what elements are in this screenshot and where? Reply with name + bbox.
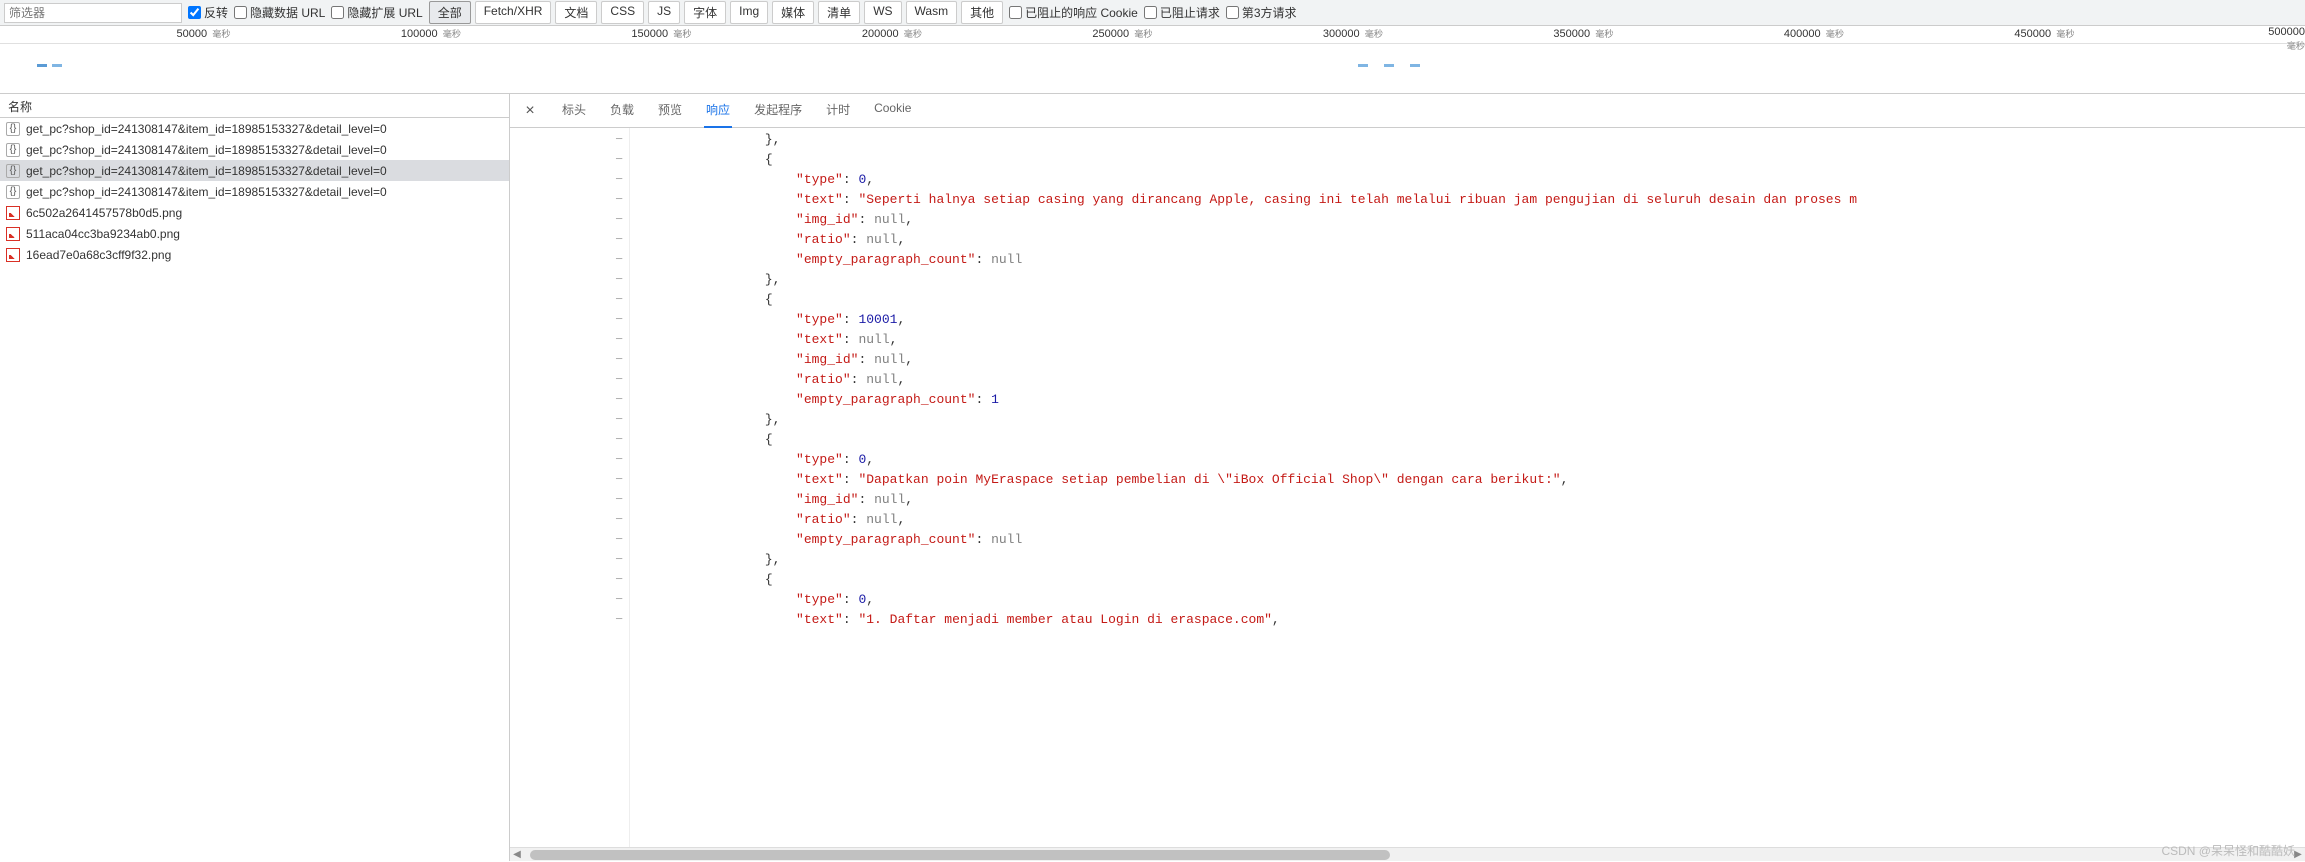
request-name: get_pc?shop_id=241308147&item_id=1898515…	[26, 185, 387, 199]
fold-icon[interactable]: −	[510, 610, 629, 630]
fold-icon[interactable]: −	[510, 190, 629, 210]
horizontal-scrollbar[interactable]: ◀ ▶	[510, 847, 2305, 861]
request-row[interactable]: {} get_pc?shop_id=241308147&item_id=18985…	[0, 160, 509, 181]
tab-2[interactable]: 预览	[656, 93, 684, 128]
tab-5[interactable]: 计时	[824, 93, 852, 128]
request-name: 16ead7e0a68c3cff9f32.png	[26, 248, 171, 262]
close-icon[interactable]: ×	[520, 102, 540, 120]
request-row[interactable]: {} get_pc?shop_id=241308147&item_id=18985…	[0, 118, 509, 139]
fold-icon[interactable]: −	[510, 470, 629, 490]
fold-icon[interactable]: −	[510, 390, 629, 410]
request-name: get_pc?shop_id=241308147&item_id=1898515…	[26, 143, 387, 157]
request-name: 511aca04cc3ba9234ab0.png	[26, 227, 180, 241]
filter-chip-清单[interactable]: 清单	[818, 1, 860, 24]
fold-icon[interactable]: −	[510, 370, 629, 390]
hide-ext-url-checkbox[interactable]: 隐藏扩展 URL	[331, 4, 422, 21]
tab-0[interactable]: 标头	[560, 93, 588, 128]
request-name: get_pc?shop_id=241308147&item_id=1898515…	[26, 164, 387, 178]
fold-icon[interactable]: −	[510, 410, 629, 430]
fold-icon[interactable]: −	[510, 530, 629, 550]
request-list[interactable]: {} get_pc?shop_id=241308147&item_id=18985…	[0, 118, 509, 861]
response-body[interactable]: −−−−−−−−−−−−−−−−−−−−−−−−− }, { "type": 0…	[510, 128, 2305, 847]
json-icon: {}	[6, 122, 20, 136]
third-party-checkbox[interactable]: 第3方请求	[1226, 4, 1297, 21]
image-file-icon	[6, 248, 20, 262]
filter-chip-wasm[interactable]: Wasm	[906, 1, 958, 24]
blocked-cookies-checkbox[interactable]: 已阻止的响应 Cookie	[1009, 4, 1138, 21]
fold-icon[interactable]: −	[510, 170, 629, 190]
name-column-header[interactable]: 名称	[0, 94, 509, 118]
fold-icon[interactable]: −	[510, 490, 629, 510]
fold-icon[interactable]: −	[510, 270, 629, 290]
timeline-tick: 400000 毫秒	[1784, 26, 1844, 40]
request-name: get_pc?shop_id=241308147&item_id=1898515…	[26, 122, 387, 136]
filter-chip-fetch/xhr[interactable]: Fetch/XHR	[475, 1, 552, 24]
blocked-requests-checkbox[interactable]: 已阻止请求	[1144, 4, 1220, 21]
filter-chip-img[interactable]: Img	[730, 1, 768, 24]
timeline-tick: 200000 毫秒	[862, 26, 922, 40]
timeline-tick: 150000 毫秒	[631, 26, 691, 40]
fold-icon[interactable]: −	[510, 230, 629, 250]
image-file-icon	[6, 206, 20, 220]
filter-chip-字体[interactable]: 字体	[684, 1, 726, 24]
filter-chip-css[interactable]: CSS	[601, 1, 644, 24]
fold-icon[interactable]: −	[510, 150, 629, 170]
timeline-overview[interactable]: 50000 毫秒 100000 毫秒 150000 毫秒 200000 毫秒 25000…	[0, 26, 2305, 94]
scroll-left-icon[interactable]: ◀	[510, 848, 524, 862]
request-row[interactable]: {} get_pc?shop_id=241308147&item_id=18985…	[0, 181, 509, 202]
tab-1[interactable]: 负载	[608, 93, 636, 128]
fold-icon[interactable]: −	[510, 590, 629, 610]
fold-icon[interactable]: −	[510, 250, 629, 270]
filter-chip-全部[interactable]: 全部	[429, 1, 471, 24]
filter-chip-媒体[interactable]: 媒体	[772, 1, 814, 24]
json-icon: {}	[6, 143, 20, 157]
fold-icon[interactable]: −	[510, 550, 629, 570]
fold-icon[interactable]: −	[510, 290, 629, 310]
fold-icon[interactable]: −	[510, 430, 629, 450]
timeline-tick: 250000 毫秒	[1092, 26, 1152, 40]
request-row[interactable]: {} get_pc?shop_id=241308147&item_id=18985…	[0, 139, 509, 160]
filter-chip-ws[interactable]: WS	[864, 1, 901, 24]
watermark: CSDN @呆呆怪和酷酷妖	[2161, 842, 2295, 859]
request-name: 6c502a2641457578b0d5.png	[26, 206, 182, 220]
fold-icon[interactable]: −	[510, 330, 629, 350]
fold-icon[interactable]: −	[510, 350, 629, 370]
details-tabs: × 标头负载预览响应发起程序计时 Cookie	[510, 94, 2305, 128]
timeline-tick: 100000 毫秒	[401, 26, 461, 40]
timeline-tick: 50000 毫秒	[177, 26, 231, 40]
image-file-icon	[6, 227, 20, 241]
tab-6[interactable]: Cookie	[872, 93, 913, 128]
tab-4[interactable]: 发起程序	[752, 93, 804, 128]
filter-input[interactable]	[4, 3, 182, 23]
scrollbar-thumb[interactable]	[530, 850, 1390, 860]
json-icon: {}	[6, 164, 20, 178]
fold-icon[interactable]: −	[510, 570, 629, 590]
request-row[interactable]: 511aca04cc3ba9234ab0.png	[0, 223, 509, 244]
timeline-tick: 300000 毫秒	[1323, 26, 1383, 40]
fold-icon[interactable]: −	[510, 450, 629, 470]
filter-chip-js[interactable]: JS	[648, 1, 680, 24]
timeline-tick: 450000 毫秒	[2014, 26, 2074, 40]
invert-checkbox[interactable]: 反转	[188, 4, 228, 21]
request-row[interactable]: 16ead7e0a68c3cff9f32.png	[0, 244, 509, 265]
fold-icon[interactable]: −	[510, 130, 629, 150]
hide-data-url-checkbox[interactable]: 隐藏数据 URL	[234, 4, 325, 21]
fold-icon[interactable]: −	[510, 510, 629, 530]
filter-chip-其他[interactable]: 其他	[961, 1, 1003, 24]
timeline-tick: 350000 毫秒	[1553, 26, 1613, 40]
filter-chip-文档[interactable]: 文档	[555, 1, 597, 24]
request-row[interactable]: 6c502a2641457578b0d5.png	[0, 202, 509, 223]
network-toolbar: 反转 隐藏数据 URL 隐藏扩展 URL 全部Fetch/XHR文档CSSJS字…	[0, 0, 2305, 26]
fold-icon[interactable]: −	[510, 310, 629, 330]
fold-icon[interactable]: −	[510, 210, 629, 230]
details-panel: × 标头负载预览响应发起程序计时Cookie −−−−−−−−−−−−−−−−−…	[510, 94, 2305, 861]
tab-3[interactable]: 响应	[704, 93, 732, 128]
request-list-panel: 名称 {} get_pc?shop_id=241308147&item_id=18…	[0, 94, 510, 861]
json-icon: {}	[6, 185, 20, 199]
